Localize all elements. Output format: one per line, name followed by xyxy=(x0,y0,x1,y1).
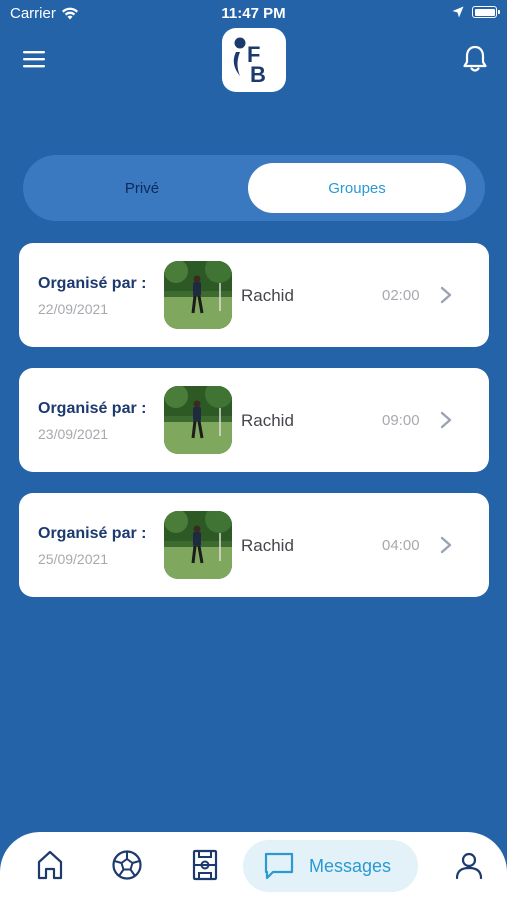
tab-groupes[interactable]: Groupes xyxy=(248,163,466,213)
app-logo: F B xyxy=(222,28,286,92)
menu-icon[interactable] xyxy=(22,48,48,70)
group-time: 04:00 xyxy=(382,537,420,554)
battery-icon xyxy=(472,6,500,18)
tab-prive[interactable]: Privé xyxy=(33,163,251,213)
group-card[interactable]: Organisé par : 23/09/2021 Rachid 09:00 xyxy=(19,368,489,472)
chevron-right-icon xyxy=(440,536,452,554)
chevron-right-icon xyxy=(440,411,452,429)
group-card[interactable]: Organisé par : 22/09/2021 Rachid 02:00 xyxy=(19,243,489,347)
bottom-nav: Messages xyxy=(0,832,507,900)
organizer-name: Rachid xyxy=(241,411,294,430)
organizer-avatar xyxy=(164,261,232,329)
organizer-label: Organisé par : xyxy=(38,275,147,292)
organizer-label: Organisé par : xyxy=(38,525,147,542)
notification-bell-icon[interactable] xyxy=(461,44,489,74)
status-bar: Carrier 11:47 PM xyxy=(0,0,507,28)
svg-text:B: B xyxy=(250,62,266,87)
group-list: Organisé par : 22/09/2021 Rachid 02:00 O… xyxy=(19,243,489,618)
status-time: 11:47 PM xyxy=(221,5,286,22)
organizer-avatar xyxy=(164,386,232,454)
ball-icon[interactable] xyxy=(110,848,144,882)
organizer-avatar xyxy=(164,511,232,579)
nav-messages-label: Messages xyxy=(309,855,392,876)
group-card[interactable]: Organisé par : 25/09/2021 Rachid 04:00 xyxy=(19,493,489,597)
status-right xyxy=(452,6,500,18)
location-arrow-icon xyxy=(452,6,464,18)
group-date: 25/09/2021 xyxy=(38,551,109,567)
messages-icon xyxy=(264,852,294,880)
organizer-name: Rachid xyxy=(241,536,294,555)
group-time: 02:00 xyxy=(382,287,420,304)
group-time: 09:00 xyxy=(382,412,420,429)
profile-icon[interactable] xyxy=(452,848,486,882)
group-date: 23/09/2021 xyxy=(38,426,109,442)
field-icon[interactable] xyxy=(188,848,222,882)
organizer-label: Organisé par : xyxy=(38,400,147,417)
nav-messages-button[interactable]: Messages xyxy=(243,840,418,892)
group-date: 22/09/2021 xyxy=(38,301,109,317)
organizer-name: Rachid xyxy=(241,286,294,305)
message-type-tabs: Privé Groupes xyxy=(23,155,485,221)
logo-mark: F B xyxy=(233,37,266,87)
home-icon[interactable] xyxy=(33,848,67,882)
chevron-right-icon xyxy=(440,286,452,304)
